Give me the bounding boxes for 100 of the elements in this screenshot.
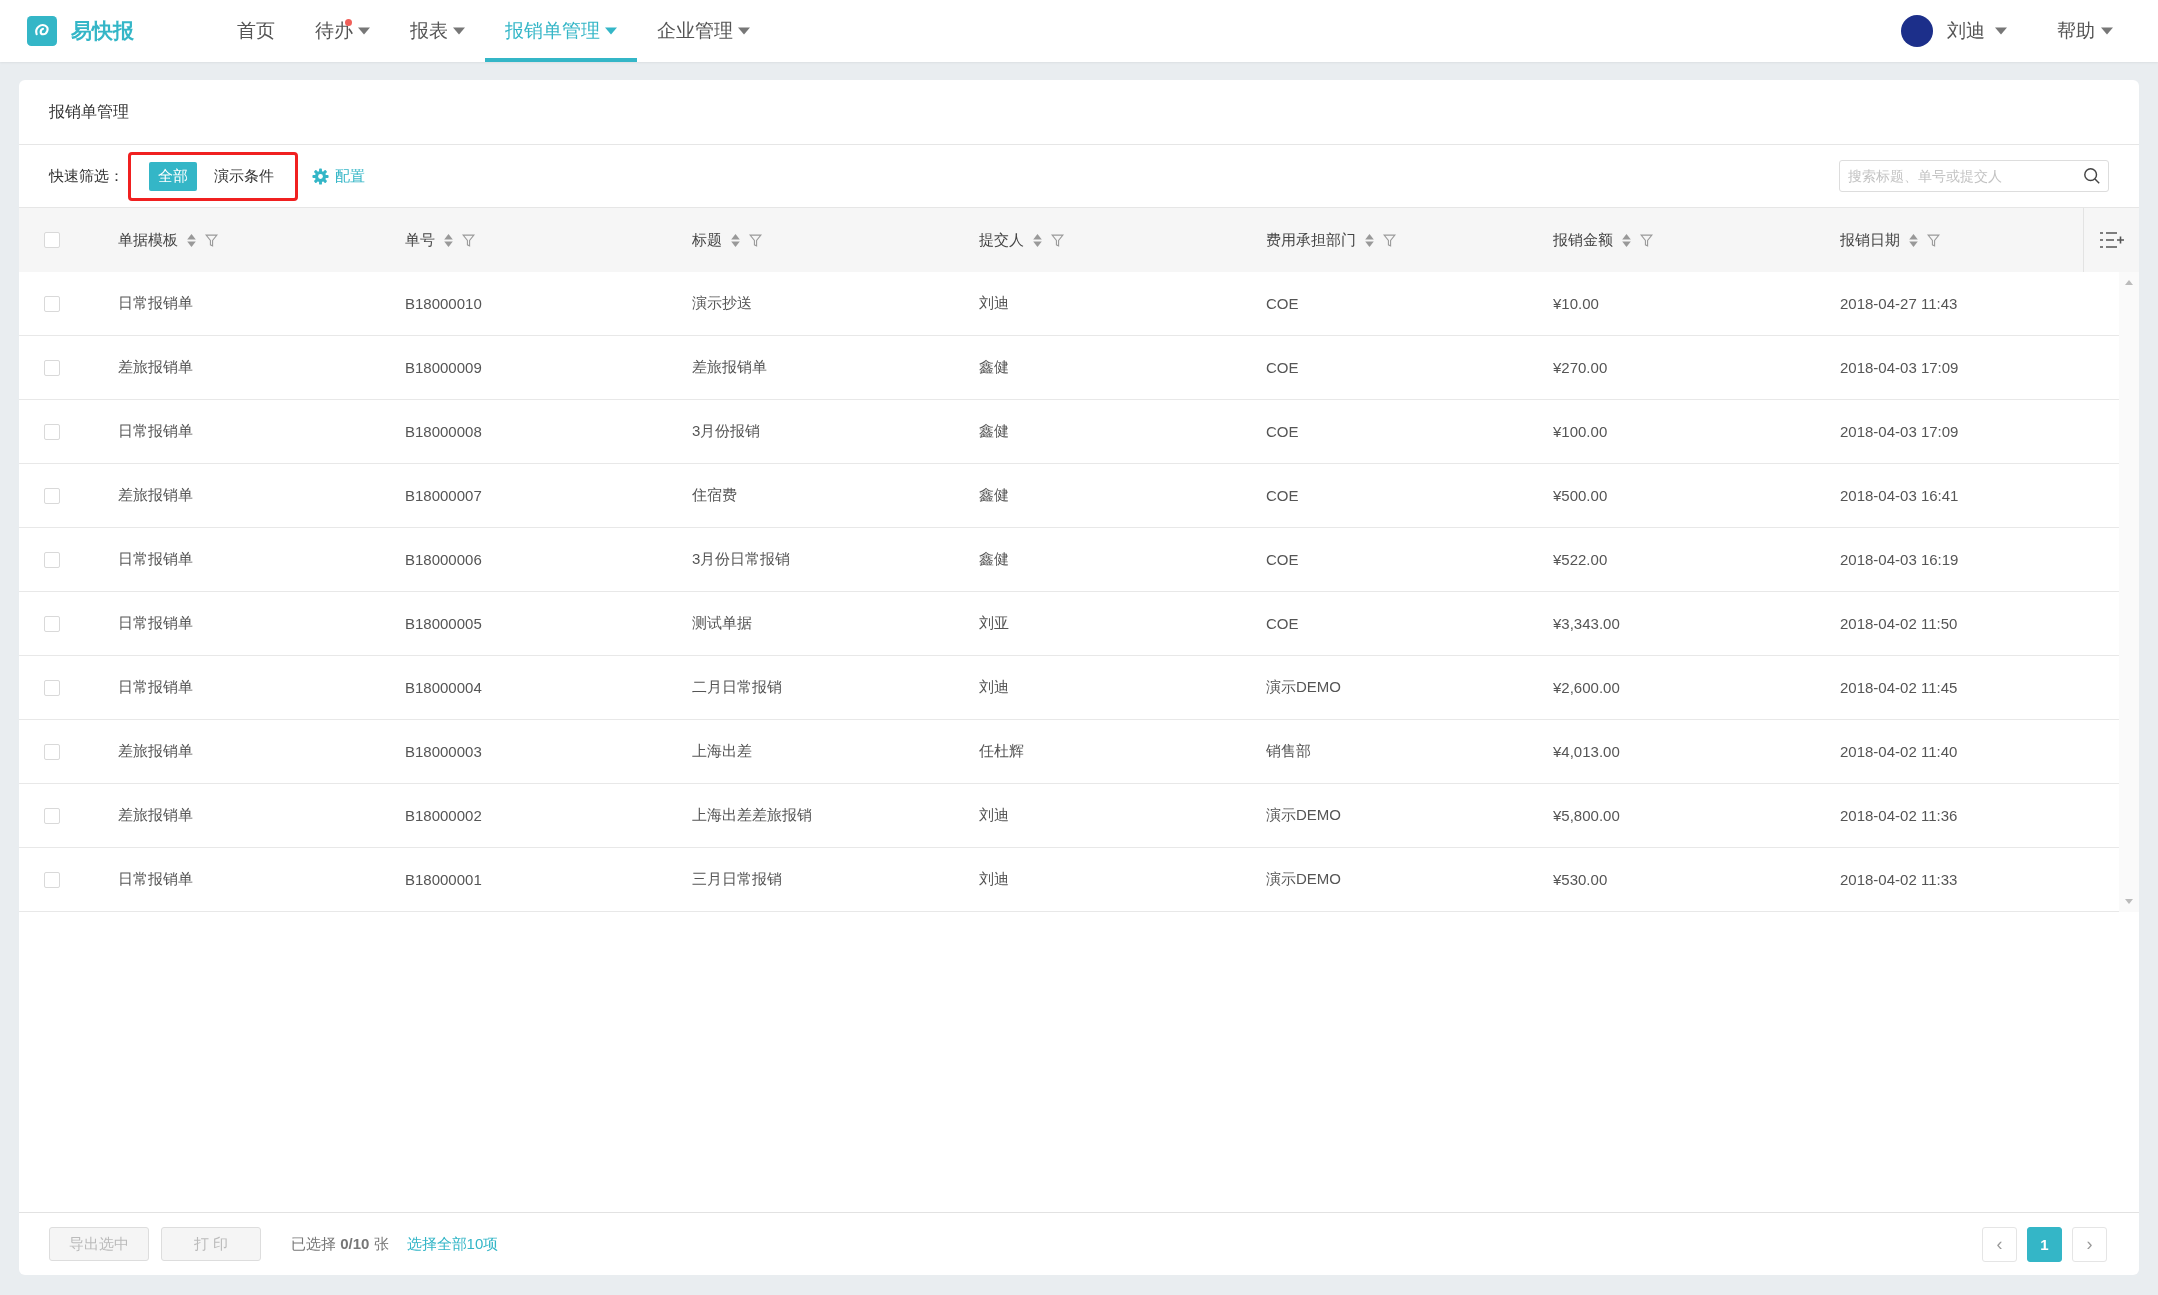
table-cell: 2018-04-02 11:45: [1840, 679, 1958, 696]
caret-icon: [605, 27, 617, 35]
table-cell: 鑫健: [979, 550, 1009, 567]
table-cell: COE: [1266, 295, 1299, 312]
table-cell: 日常报销单: [118, 678, 193, 695]
table-cell: 3月份报销: [692, 422, 761, 439]
settings-icon: [312, 167, 329, 185]
table-cell: 日常报销单: [118, 614, 193, 631]
caret-icon: [453, 27, 465, 35]
table-cell: 差旅报销单: [118, 486, 193, 503]
filter-icon[interactable]: [749, 233, 762, 247]
caret-icon: [2101, 27, 2113, 35]
table-cell: 二月日常报销: [692, 678, 782, 695]
sort-icon[interactable]: [1033, 232, 1042, 248]
caret-icon: [1995, 27, 2007, 35]
table-cell: B18000003: [405, 743, 482, 760]
column-header[interactable]: 报销日期: [1840, 230, 1900, 250]
table-cell: 刘迪: [979, 806, 1009, 823]
nav-tab[interactable]: 首页: [217, 0, 295, 62]
column-header[interactable]: 单号: [405, 230, 435, 250]
table-cell: 日常报销单: [118, 550, 193, 567]
table-cell: 刘亚: [979, 614, 1009, 631]
table-cell: 演示DEMO: [1266, 806, 1341, 823]
help-menu[interactable]: 帮助: [2057, 18, 2113, 44]
table-cell: COE: [1266, 359, 1299, 376]
table-cell: 差旅报销单: [118, 358, 193, 375]
column-header[interactable]: 标题: [692, 230, 722, 250]
filter-icon[interactable]: [1927, 233, 1940, 247]
column-header[interactable]: 报销金额: [1553, 230, 1613, 250]
table-cell: ¥100.00: [1553, 423, 1608, 440]
search-field[interactable]: 搜索标题、单号或提交人: [1839, 160, 2109, 192]
notification-dot: [345, 19, 352, 26]
row-checkbox[interactable]: [43, 743, 60, 760]
table-cell: ¥10.00: [1553, 295, 1599, 312]
table-cell: 鑫健: [979, 358, 1009, 375]
row-checkbox[interactable]: [43, 551, 60, 568]
table-cell: 刘迪: [979, 678, 1009, 695]
table-cell: 任杜辉: [979, 742, 1024, 759]
nav-tab[interactable]: 报表: [390, 0, 485, 62]
nav-tab[interactable]: 待办: [295, 0, 390, 62]
row-checkbox[interactable]: [43, 871, 60, 888]
filter-icon[interactable]: [1640, 233, 1653, 247]
scrollbar[interactable]: [2119, 272, 2139, 912]
sort-icon[interactable]: [187, 232, 196, 248]
table-cell: COE: [1266, 423, 1299, 440]
table-cell: 2018-04-02 11:33: [1840, 871, 1958, 888]
table-cell: 刘迪: [979, 294, 1009, 311]
column-header[interactable]: 提交人: [979, 230, 1024, 250]
filter-chip[interactable]: 演示条件: [205, 161, 283, 191]
nav-tab[interactable]: 企业管理: [637, 0, 770, 62]
table-cell: 2018-04-03 16:19: [1840, 551, 1959, 568]
table-cell: 销售部: [1266, 742, 1311, 759]
table-cell: 2018-04-02 11:36: [1840, 807, 1958, 824]
row-checkbox[interactable]: [43, 615, 60, 632]
row-checkbox[interactable]: [43, 487, 60, 504]
user-menu[interactable]: 刘迪: [1901, 15, 2007, 47]
table-cell: 三月日常报销: [692, 870, 782, 887]
sort-icon[interactable]: [1365, 232, 1374, 248]
table-cell: 3月份日常报销: [692, 550, 791, 567]
column-header[interactable]: 费用承担部门: [1266, 230, 1356, 250]
page-title: 报销单管理: [49, 101, 129, 122]
row-checkbox[interactable]: [43, 359, 60, 376]
table-cell: B18000008: [405, 423, 482, 440]
column-settings-icon[interactable]: [2098, 231, 2125, 249]
caret-icon: [738, 27, 750, 35]
column-header[interactable]: 单据模板: [118, 230, 178, 250]
table-cell: 鑫健: [979, 422, 1009, 439]
table-cell: 2018-04-02 11:40: [1840, 743, 1958, 760]
table-cell: 2018-04-03 17:09: [1840, 423, 1959, 440]
scroll-down-arrow-icon[interactable]: [2125, 899, 2133, 904]
sort-icon[interactable]: [1622, 232, 1631, 248]
table-cell: B18000007: [405, 487, 482, 504]
row-checkbox[interactable]: [43, 295, 60, 312]
table-cell: 刘迪: [979, 870, 1009, 887]
table-cell: COE: [1266, 551, 1299, 568]
caret-icon: [358, 27, 370, 35]
table-cell: ¥270.00: [1553, 359, 1608, 376]
sort-icon[interactable]: [1909, 232, 1918, 248]
sort-icon[interactable]: [444, 232, 453, 248]
table-cell: 2018-04-27 11:43: [1840, 295, 1958, 312]
filter-icon[interactable]: [1383, 233, 1396, 247]
table-cell: 日常报销单: [118, 294, 193, 311]
row-checkbox[interactable]: [43, 679, 60, 696]
table-cell: COE: [1266, 615, 1299, 632]
table-cell: 演示DEMO: [1266, 870, 1341, 887]
search-icon: [2083, 167, 2101, 185]
table-cell: 2018-04-03 16:41: [1840, 487, 1959, 504]
table-cell: B18000010: [405, 295, 482, 312]
scroll-up-arrow-icon[interactable]: [2125, 280, 2133, 285]
filter-icon[interactable]: [205, 233, 218, 247]
row-checkbox[interactable]: [43, 423, 60, 440]
row-checkbox[interactable]: [43, 807, 60, 824]
table-cell: B18000009: [405, 359, 482, 376]
table-cell: ¥5,800.00: [1553, 807, 1620, 824]
filter-icon[interactable]: [462, 233, 475, 247]
select-all-checkbox[interactable]: [43, 232, 60, 248]
table-cell: ¥522.00: [1553, 551, 1608, 568]
table-cell: 日常报销单: [118, 870, 193, 887]
sort-icon[interactable]: [731, 232, 740, 248]
filter-icon[interactable]: [1051, 233, 1064, 247]
